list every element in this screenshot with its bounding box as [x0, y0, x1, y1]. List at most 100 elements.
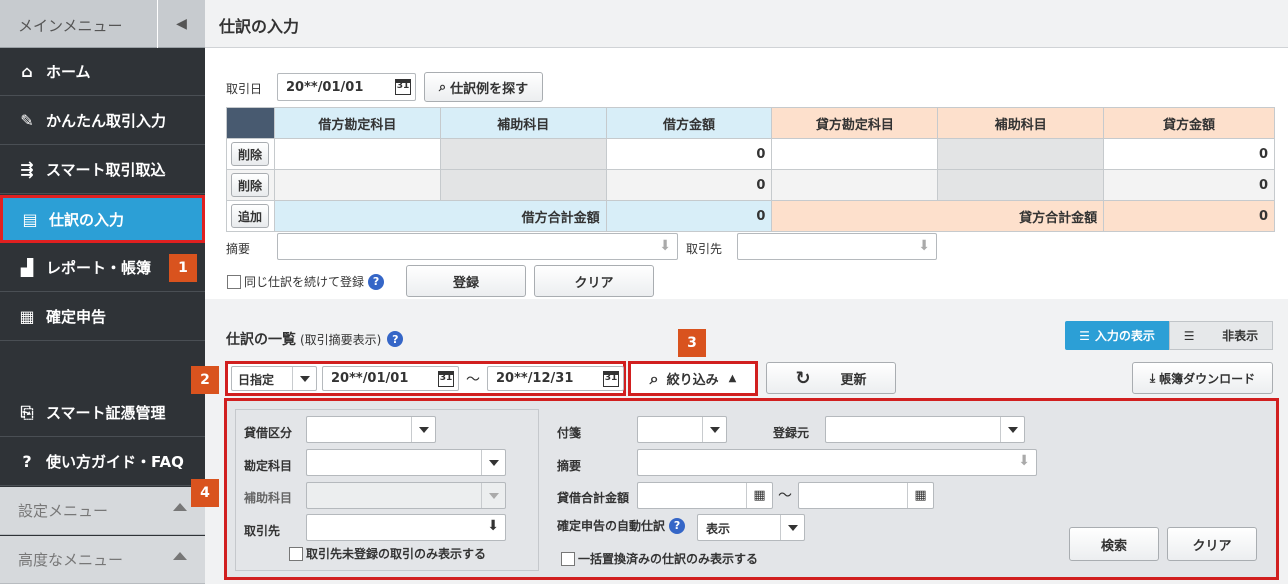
filter-label: 絞り込み	[666, 373, 719, 388]
sidebar-item-smart-import[interactable]: ⇶ スマート取引取込	[0, 146, 205, 194]
delete-row-button[interactable]: 削除	[231, 173, 269, 197]
bulk-replaced-option: 一括置換済みの仕訳のみ表示する	[561, 550, 758, 567]
partner-label: 取引先	[686, 242, 723, 256]
auto-journal-label-group: 確定申告の自動仕訳 ?	[557, 517, 686, 534]
journal-list-title: 仕訳の一覧	[226, 332, 296, 348]
settings-menu[interactable]: 設定メニュー	[0, 487, 205, 535]
amount-to-input[interactable]: ▦	[798, 482, 934, 509]
sidebar-item-label: 確定申告	[46, 308, 107, 326]
annotation-badge-4: 4	[191, 479, 219, 507]
date-from-input[interactable]: 20**/01/01 31	[322, 366, 459, 391]
memo-filter-input[interactable]: ⬇	[637, 449, 1037, 476]
arrow-down-icon: ⬇	[659, 238, 671, 254]
date-label: 取引日	[226, 82, 263, 96]
unregistered-partner-checkbox[interactable]	[289, 546, 303, 561]
table-header-row: 借方勘定科目 補助科目 借方金額 貸方勘定科目 補助科目 貸方金額	[226, 107, 1275, 139]
unregistered-partner-option: 取引先未登録の取引のみ表示する	[289, 545, 486, 562]
download-label: 帳簿ダウンロード	[1159, 371, 1256, 386]
advanced-menu-label: 高度なメニュー	[18, 551, 124, 569]
sub-account-select	[306, 482, 506, 509]
sidebar-item-label: 使い方ガイド・FAQ	[46, 453, 184, 471]
credit-amount-cell[interactable]: 0	[1103, 138, 1275, 170]
memo-filter-label: 摘要	[557, 459, 582, 473]
debit-sub-account-cell	[439, 169, 607, 201]
help-icon[interactable]: ?	[669, 517, 686, 534]
partner-input[interactable]: ⬇	[737, 233, 937, 260]
calendar-icon[interactable]: 31	[395, 79, 411, 95]
sidebar-item-simple-entry[interactable]: ✎ かんたん取引入力	[0, 97, 205, 145]
pencil-icon: ✎	[20, 111, 34, 130]
calculator-icon[interactable]: ▦	[746, 483, 772, 508]
debit-account-cell[interactable]	[273, 169, 441, 201]
journal-list-subtitle: (取引摘要表示)	[300, 332, 382, 347]
date-mode-select[interactable]: 日指定	[231, 366, 317, 391]
column-header: 貸方金額	[1103, 107, 1275, 139]
arrow-down-icon: ⬇	[487, 518, 499, 534]
delete-row-button[interactable]: 削除	[231, 142, 269, 166]
clear-entry-button[interactable]: クリア	[534, 265, 654, 297]
debit-credit-select[interactable]	[306, 416, 436, 443]
chevron-up-icon	[173, 503, 187, 511]
unregistered-partner-label: 取引先未登録の取引のみ表示する	[306, 547, 487, 561]
column-header: 貸方勘定科目	[771, 107, 939, 139]
amount-from-input[interactable]: ▦	[637, 482, 773, 509]
advanced-menu[interactable]: 高度なメニュー	[0, 536, 205, 584]
table-corner	[226, 107, 275, 139]
sidebar-item-journal-entry[interactable]: ▤ 仕訳の入力	[0, 195, 205, 243]
hide-input-toggle[interactable]: ☰ 非表示	[1169, 321, 1273, 350]
debit-account-cell[interactable]	[273, 138, 441, 170]
calendar-icon[interactable]: 31	[438, 371, 454, 387]
calendar-icon[interactable]: 31	[603, 371, 619, 387]
settings-menu-label: 設定メニュー	[18, 502, 109, 520]
column-header: 補助科目	[439, 107, 607, 139]
date-from-value: 20**/01/01	[331, 371, 409, 386]
show-input-toggle[interactable]: ☰ 入力の表示	[1065, 321, 1169, 350]
tag-select[interactable]	[637, 416, 727, 443]
bulk-replaced-checkbox[interactable]	[561, 551, 575, 566]
page-title: 仕訳の入力	[219, 17, 300, 36]
memo-label: 摘要	[226, 242, 251, 256]
register-button[interactable]: 登録	[406, 265, 526, 297]
table-total-row: 追加 借方合計金額 0 貸方合計金額 0	[226, 200, 1275, 232]
transaction-date-input[interactable]: 20**/01/01 31	[277, 73, 416, 101]
partner-filter-label: 取引先	[244, 524, 281, 538]
search-button[interactable]: 検索	[1069, 527, 1159, 561]
column-header: 借方勘定科目	[273, 107, 441, 139]
calculator-icon[interactable]: ▦	[907, 483, 933, 508]
refresh-icon: ↻	[795, 367, 811, 389]
account-select[interactable]	[306, 449, 506, 476]
debit-amount-cell[interactable]: 0	[605, 138, 773, 170]
debit-amount-cell[interactable]: 0	[605, 169, 773, 201]
total-amount-label: 貸借合計金額	[557, 491, 630, 505]
chevron-down-icon	[481, 450, 505, 475]
help-icon[interactable]: ?	[387, 331, 404, 347]
date-to-input[interactable]: 20**/12/31 31	[487, 366, 624, 391]
hide-label: 非表示	[1222, 329, 1259, 343]
sidebar-item-smart-documents[interactable]: ⎘ スマート証憑管理	[0, 389, 205, 437]
credit-account-cell[interactable]	[771, 138, 939, 170]
sidebar-item-home[interactable]: ⌂ ホーム	[0, 48, 205, 96]
sidebar-item-tax-return[interactable]: ▦ 確定申告	[0, 293, 205, 341]
source-select[interactable]	[825, 416, 1025, 443]
credit-account-cell[interactable]	[771, 169, 939, 201]
journal-entry-table: 借方勘定科目 補助科目 借方金額 貸方勘定科目 補助科目 貸方金額 削除 0 0…	[226, 107, 1275, 232]
row-action-cell: 追加	[226, 200, 275, 232]
credit-sub-account-cell	[937, 169, 1105, 201]
download-ledger-button[interactable]: ⤓ 帳簿ダウンロード	[1132, 362, 1273, 394]
help-icon[interactable]: ?	[368, 273, 385, 290]
home-icon: ⌂	[21, 62, 33, 81]
add-row-button[interactable]: 追加	[231, 204, 269, 228]
credit-amount-cell[interactable]: 0	[1103, 169, 1275, 201]
collapse-sidebar-button[interactable]: ◀	[157, 0, 205, 48]
annotation-badge-2: 2	[191, 366, 219, 394]
auto-journal-select[interactable]: 表示	[697, 514, 805, 541]
memo-input[interactable]: ⬇	[277, 233, 678, 260]
continue-register-checkbox[interactable]	[227, 274, 241, 289]
sidebar-item-guide-faq[interactable]: ? 使い方ガイド・FAQ	[0, 438, 205, 486]
refresh-button[interactable]: ↻ 更新	[766, 362, 896, 394]
filter-toggle-button[interactable]: ⌕ 絞り込み ▲	[628, 361, 758, 396]
clear-filter-button[interactable]: クリア	[1167, 527, 1257, 561]
search-journal-example-button[interactable]: ⌕ 仕訳例を探す	[424, 72, 543, 102]
sidebar-item-label: ホーム	[46, 63, 91, 81]
partner-filter-input[interactable]: ⬇	[306, 514, 506, 541]
